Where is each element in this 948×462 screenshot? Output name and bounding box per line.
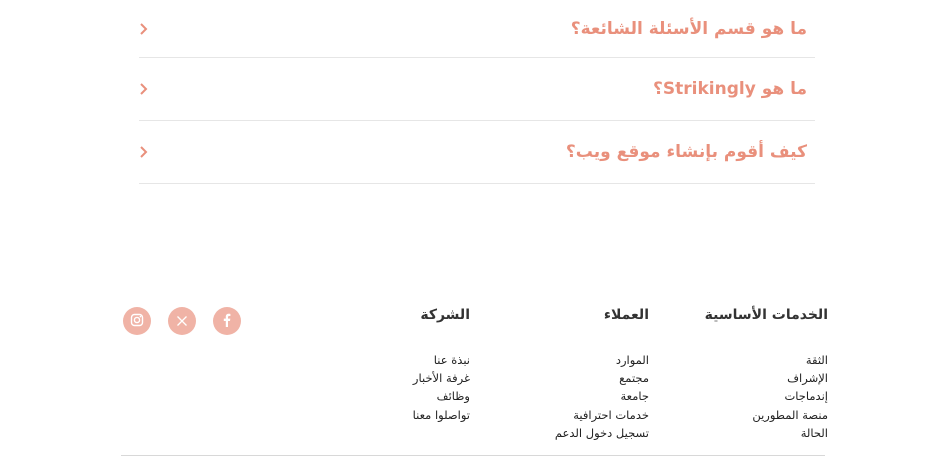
faq-question: كيف أقوم بإنشاء موقع ويب؟: [565, 142, 807, 162]
x-button[interactable]: [168, 307, 196, 335]
faq-list: ما هو قسم الأسئلة الشائعة؟ ما هو Strikin…: [139, 0, 815, 184]
footer-link[interactable]: منصة المطورين: [649, 406, 828, 424]
facebook-button[interactable]: [213, 307, 241, 335]
instagram-button[interactable]: [123, 307, 151, 335]
footer-link[interactable]: تواصلوا معنا: [350, 406, 470, 424]
instagram-icon: [130, 312, 144, 331]
social-links: [123, 307, 241, 335]
x-icon: [176, 312, 188, 331]
footer-link[interactable]: جامعة: [470, 387, 650, 405]
footer-link[interactable]: نبذة عنا: [350, 351, 470, 369]
footer-column-title: العملاء: [603, 307, 649, 323]
footer-link[interactable]: الثقة: [649, 351, 828, 369]
facebook-icon: [223, 312, 231, 331]
faq-item-1[interactable]: ما هو قسم الأسئلة الشائعة؟: [139, 0, 815, 58]
faq-item-3[interactable]: كيف أقوم بإنشاء موقع ويب؟: [139, 121, 815, 184]
footer-column-customers: العملاء الموارد مجتمع جامعة خدمات احتراف…: [470, 304, 649, 442]
footer-link[interactable]: الموارد: [470, 351, 649, 369]
chevron-left-icon[interactable]: [137, 145, 151, 159]
footer-link[interactable]: وظائف: [350, 387, 470, 405]
footer-divider: [121, 455, 825, 456]
footer-link[interactable]: الحالة: [649, 424, 828, 442]
footer-link[interactable]: خدمات احترافية: [470, 406, 649, 424]
footer-column-title: الخدمات الأساسية: [704, 307, 828, 323]
footer-columns: الخدمات الأساسية الثقة الإشراف إندماجات …: [350, 304, 828, 442]
footer-link[interactable]: الإشراف: [649, 369, 828, 387]
footer-link[interactable]: إندماجات: [649, 387, 828, 405]
footer-column-title: الشركة: [420, 307, 470, 323]
footer-link[interactable]: تسجيل دخول الدعم: [470, 424, 649, 442]
footer-column-core-services: الخدمات الأساسية الثقة الإشراف إندماجات …: [649, 304, 828, 442]
footer-link[interactable]: مجتمع: [470, 369, 649, 387]
faq-question: ما هو Strikingly؟: [653, 79, 807, 99]
footer-column-company: الشركة نبذة عنا غرفة الأخبار وظائف تواصل…: [350, 304, 470, 442]
faq-item-2[interactable]: ما هو Strikingly؟: [139, 58, 815, 121]
chevron-left-icon[interactable]: [137, 82, 151, 96]
faq-question: ما هو قسم الأسئلة الشائعة؟: [570, 18, 807, 39]
chevron-left-icon[interactable]: [137, 22, 151, 36]
footer-link[interactable]: غرفة الأخبار: [350, 369, 470, 387]
